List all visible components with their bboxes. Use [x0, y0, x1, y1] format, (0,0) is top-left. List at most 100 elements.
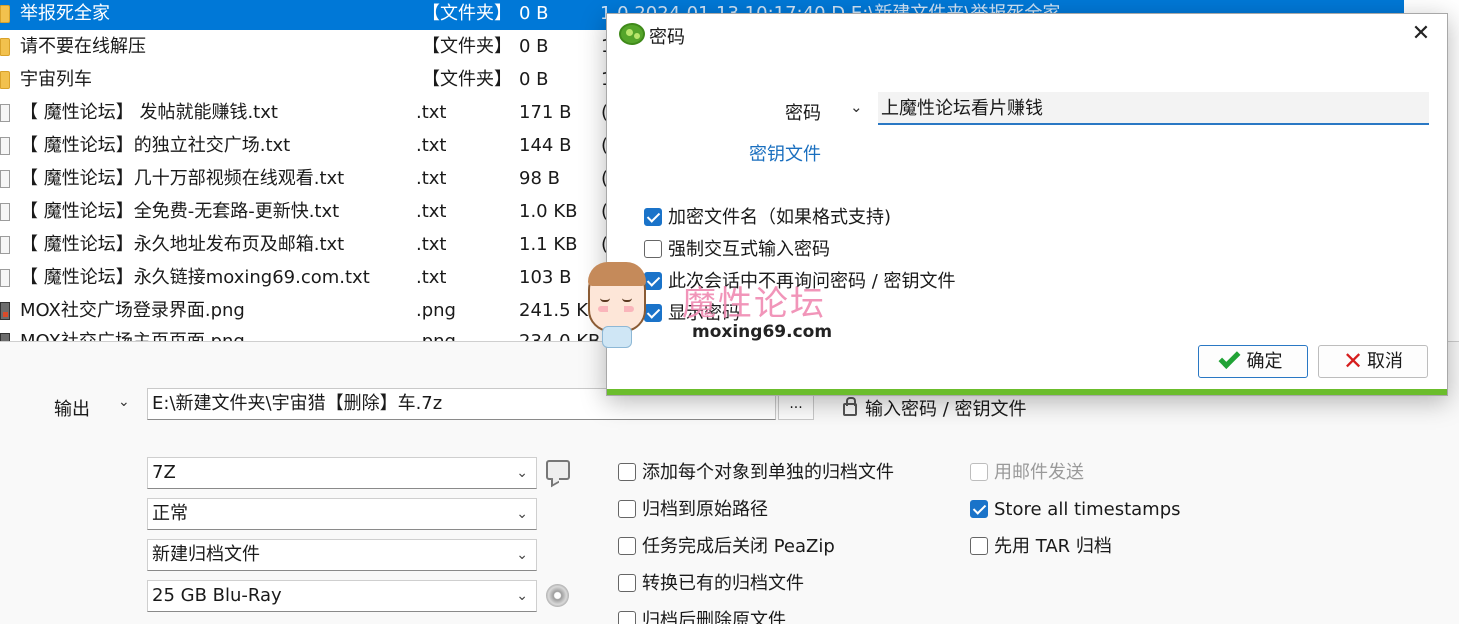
close-icon[interactable]: ✕	[1407, 20, 1435, 48]
password-keyfile-label: 输入密码 / 密钥文件	[865, 399, 1027, 420]
file-type: 【文件夹】	[422, 36, 512, 57]
format-value: 7Z	[152, 462, 176, 483]
watermark-logo-text: 魔性论坛	[682, 284, 826, 324]
keyfile-link[interactable]: 密钥文件	[749, 140, 821, 166]
file-name: 【 魔性论坛】的独立社交广场.txt	[20, 135, 291, 156]
archive-mode-select[interactable]: 新建归档文件 ⌄	[147, 539, 537, 571]
dialog-accent-bar	[607, 389, 1447, 395]
checkmark-icon	[1218, 347, 1240, 369]
file-type: 【文件夹】	[422, 3, 512, 24]
checkbox-label: 加密文件名（如果格式支持)	[668, 207, 892, 228]
file-name: MOX社交广场登录界面.png	[20, 300, 245, 321]
text-file-icon	[0, 170, 10, 188]
text-file-icon	[0, 137, 10, 155]
file-size: 0 B	[519, 3, 549, 24]
checkbox-send-email: 用邮件发送	[970, 462, 1084, 484]
file-size: 98 B	[519, 168, 560, 189]
text-file-icon	[0, 203, 10, 221]
checkbox[interactable]	[618, 537, 636, 555]
checkbox-store-timestamps[interactable]: Store all timestamps	[970, 499, 1181, 521]
comment-icon[interactable]	[546, 460, 570, 480]
cancel-button[interactable]: ✕ 取消	[1318, 345, 1428, 378]
output-label: 输出	[54, 399, 90, 420]
checkbox-delete-after[interactable]: 归档后删除原文件	[618, 610, 786, 624]
checkbox-checked[interactable]	[644, 208, 662, 226]
cancel-label: 取消	[1367, 351, 1404, 372]
file-name: 【 魔性论坛】永久链接moxing69.com.txt	[20, 267, 370, 288]
compression-level-select[interactable]: 正常 ⌄	[147, 498, 537, 530]
file-size: 103 B	[519, 267, 572, 288]
folder-icon	[0, 5, 10, 23]
checkbox-encrypt-filenames[interactable]: 加密文件名（如果格式支持)	[644, 207, 891, 229]
checkbox-label: 添加每个对象到单独的归档文件	[642, 462, 894, 483]
file-type: .txt	[416, 267, 447, 288]
password-label: 密码	[785, 103, 821, 124]
file-name: 【 魔性论坛】 发帖就能赚钱.txt	[20, 102, 278, 123]
chevron-down-icon: ⌄	[516, 465, 528, 481]
checkbox-tar-first[interactable]: 先用 TAR 归档	[970, 536, 1112, 558]
checkbox[interactable]	[618, 463, 636, 481]
chevron-down-icon: ⌄	[516, 547, 528, 563]
mascot-body	[602, 326, 632, 348]
checkbox-force-interactive[interactable]: 强制交互式输入密码	[644, 239, 830, 261]
checkbox-label: 归档后删除原文件	[642, 610, 786, 624]
image-file-icon	[0, 302, 10, 320]
dialog-title: 密码	[649, 27, 685, 48]
password-keyfile-button[interactable]: 输入密码 / 密钥文件	[843, 395, 1027, 421]
mascot-blush	[598, 306, 634, 312]
checkbox-label: 任务完成后关闭 PeaZip	[642, 536, 835, 557]
file-type: 【文件夹】	[422, 69, 512, 90]
file-name: 举报死全家	[20, 3, 110, 24]
checkbox-checked[interactable]	[970, 500, 988, 518]
file-size: 0 B	[519, 69, 549, 90]
lock-icon	[843, 397, 857, 416]
checkbox[interactable]	[644, 240, 662, 258]
checkbox[interactable]	[618, 500, 636, 518]
browse-button[interactable]: ...	[778, 393, 814, 420]
split-size-select[interactable]: 25 GB Blu-Ray ⌄	[147, 580, 537, 612]
folder-icon	[0, 71, 10, 89]
split-value: 25 GB Blu-Ray	[152, 585, 282, 606]
folder-icon	[0, 38, 10, 56]
chevron-down-icon[interactable]: ⌄	[850, 98, 863, 116]
chevron-down-icon[interactable]: ⌄	[118, 394, 130, 410]
file-name: 【 魔性论坛】永久地址发布页及邮箱.txt	[20, 234, 345, 255]
checkbox-label: 转换已有的归档文件	[642, 573, 804, 594]
file-name: MOX社交广场主页页面.png	[20, 331, 245, 342]
file-type: .txt	[416, 201, 447, 222]
file-name: 【 魔性论坛】全免费-无套路-更新快.txt	[20, 201, 340, 222]
password-input[interactable]: 上魔性论坛看片赚钱	[878, 92, 1429, 125]
file-size: 144 B	[519, 135, 572, 156]
level-value: 正常	[152, 503, 188, 524]
chevron-down-icon: ⌄	[516, 506, 528, 522]
checkbox-label: Store all timestamps	[994, 499, 1181, 520]
file-type: .png	[416, 300, 456, 321]
format-select[interactable]: 7Z ⌄	[147, 457, 537, 489]
checkbox[interactable]	[618, 611, 636, 624]
checkbox-convert-archives[interactable]: 转换已有的归档文件	[618, 573, 804, 595]
watermark-url: moxing69.com	[690, 322, 835, 342]
checkbox-close-peazip[interactable]: 任务完成后关闭 PeaZip	[618, 536, 835, 558]
file-name: 请不要在线解压	[20, 36, 146, 57]
checkbox-original-path[interactable]: 归档到原始路径	[618, 499, 768, 521]
file-size: 171 B	[519, 102, 572, 123]
text-file-icon	[0, 269, 10, 287]
checkbox	[970, 463, 988, 481]
dialog-titlebar: 密码 ✕	[607, 14, 1447, 58]
file-name: 【 魔性论坛】几十万部视频在线观看.txt	[20, 168, 345, 189]
file-size: 0 B	[519, 36, 549, 57]
checkbox[interactable]	[970, 537, 988, 555]
file-size: 1.1 KB	[519, 234, 578, 255]
ok-button[interactable]: 确定	[1198, 345, 1308, 378]
peazip-icon	[619, 23, 645, 45]
file-size: 1.0 KB	[519, 201, 578, 222]
checkbox[interactable]	[618, 574, 636, 592]
cross-icon: ✕	[1342, 347, 1364, 375]
file-type: .txt	[416, 102, 447, 123]
file-type: .txt	[416, 168, 447, 189]
checkbox-separate-archives[interactable]: 添加每个对象到单独的归档文件	[618, 462, 894, 484]
mascot-hair	[588, 262, 646, 286]
mode-value: 新建归档文件	[152, 544, 260, 565]
file-type: .txt	[416, 234, 447, 255]
checkbox-label: 用邮件发送	[994, 462, 1084, 483]
